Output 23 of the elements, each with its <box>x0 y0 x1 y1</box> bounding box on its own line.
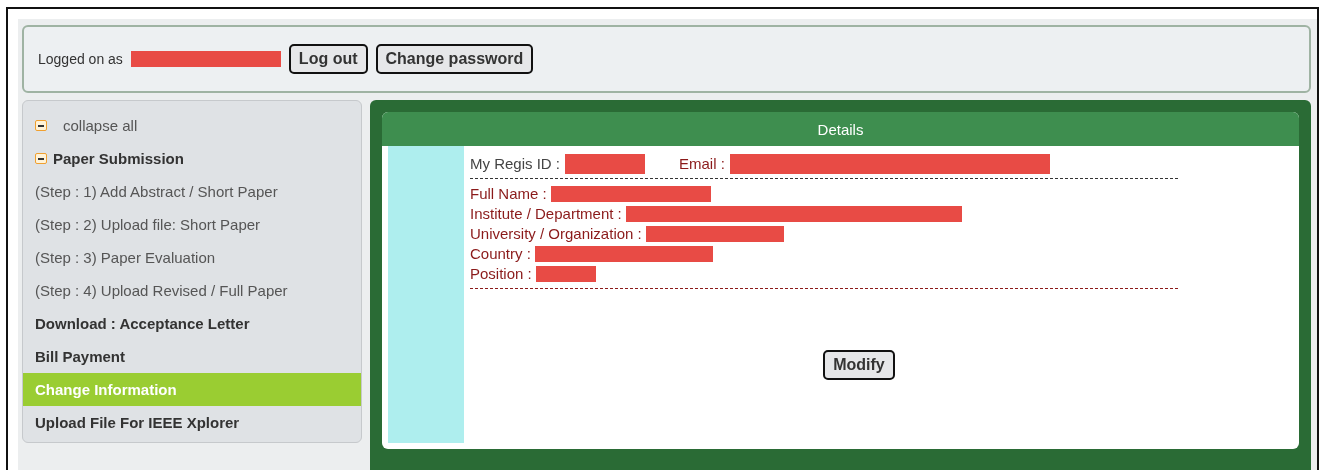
collapse-icon[interactable] <box>35 120 47 131</box>
field-label: Institute / Department : <box>470 204 622 224</box>
sidebar-item[interactable]: collapse all <box>23 109 361 142</box>
field-label: University / Organization : <box>470 224 642 244</box>
sidebar-item[interactable]: (Step : 2) Upload file: Short Paper <box>23 208 361 241</box>
field-label: Email : <box>679 154 725 174</box>
sidebar-item[interactable]: Download : Acceptance Letter <box>23 307 361 340</box>
change-password-button[interactable]: Change password <box>375 44 534 74</box>
sidebar-item[interactable]: Paper Submission <box>23 142 361 175</box>
field-label: Full Name : <box>470 184 547 204</box>
sidebar-item[interactable]: (Step : 4) Upload Revised / Full Paper <box>23 274 361 307</box>
field-label: Country : <box>470 244 531 264</box>
collapse-icon[interactable] <box>35 153 47 164</box>
sidebar-item[interactable]: (Step : 3) Paper Evaluation <box>23 241 361 274</box>
logged-on-label: Logged on as <box>38 51 123 67</box>
modify-button[interactable]: Modify <box>823 350 895 380</box>
details-header: Details <box>382 112 1299 146</box>
sidebar-item[interactable]: Upload File For IEEE Xplorer <box>23 406 361 439</box>
field-label: Position : <box>470 264 532 284</box>
sidebar-item[interactable]: (Step : 1) Add Abstract / Short Paper <box>23 175 361 208</box>
sidebar-item[interactable]: Bill Payment <box>23 340 361 373</box>
field-label: My Regis ID : <box>470 154 560 174</box>
logout-button[interactable]: Log out <box>288 44 368 74</box>
